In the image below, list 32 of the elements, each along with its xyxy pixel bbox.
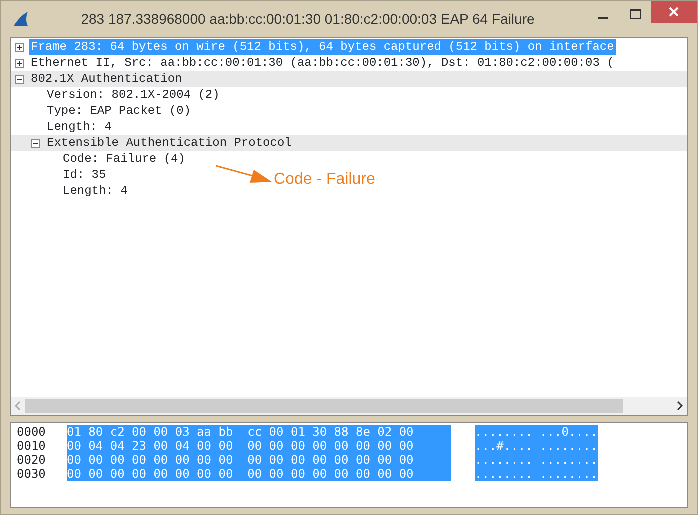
ascii-bytes: ...#.... ........ — [475, 439, 598, 453]
byte-offset: 0020 — [17, 453, 47, 467]
byte-offset: 0000 — [17, 425, 47, 439]
arrow-icon — [216, 164, 274, 186]
annotation-label: Code - Failure — [274, 170, 376, 190]
tree-item[interactable]: Code: Failure (4) — [61, 151, 188, 167]
hex-bytes: 00 04 04 23 00 04 00 00 00 00 00 00 00 00 00 00 — [67, 439, 451, 453]
tree-item[interactable]: Ethernet II, Src: aa:bb:cc:00:01:30 (aa:bb:cc:00:01:30), Dst: 01:80:c2:00:00:03 ( — [29, 55, 616, 71]
shark-fin-icon — [13, 11, 29, 27]
hex-bytes: 00 00 00 00 00 00 00 00 00 00 00 00 00 00 00 00 — [67, 467, 451, 481]
tree-item[interactable]: Length: 4 — [45, 119, 114, 135]
minimize-icon — [598, 17, 608, 19]
byte-offset: 0010 — [17, 439, 47, 453]
hex-bytes: 00 00 00 00 00 00 00 00 00 00 00 00 00 00 00 00 — [67, 453, 451, 467]
ascii-bytes: ........ ........ — [475, 467, 598, 481]
hex-bytes: 01 80 c2 00 00 03 aa bb cc 00 01 30 88 8e 02 00 — [67, 425, 451, 439]
close-icon — [669, 7, 679, 17]
ascii-bytes: ........ ...0.... — [475, 425, 598, 439]
expand-icon[interactable] — [15, 58, 24, 68]
scroll-right-icon[interactable] — [676, 401, 684, 411]
collapse-icon[interactable] — [15, 74, 24, 84]
window-title: 283 187.338968000 aa:bb:cc:00:01:30 01:80:c2:00:00:03 EAP 64 Failure — [80, 10, 536, 28]
expand-icon[interactable] — [15, 42, 24, 52]
byte-offset: 0030 — [17, 467, 47, 481]
tree-item[interactable]: Version: 802.1X-2004 (2) — [45, 87, 222, 103]
maximize-icon — [630, 9, 640, 19]
collapse-icon[interactable] — [31, 138, 40, 148]
tree-item[interactable]: Length: 4 — [61, 183, 130, 199]
close-button[interactable] — [651, 1, 697, 23]
tree-item[interactable]: Type: EAP Packet (0) — [45, 103, 194, 119]
ascii-bytes: ........ ........ — [475, 453, 598, 467]
tree-item[interactable]: Id: 35 — [61, 167, 108, 183]
